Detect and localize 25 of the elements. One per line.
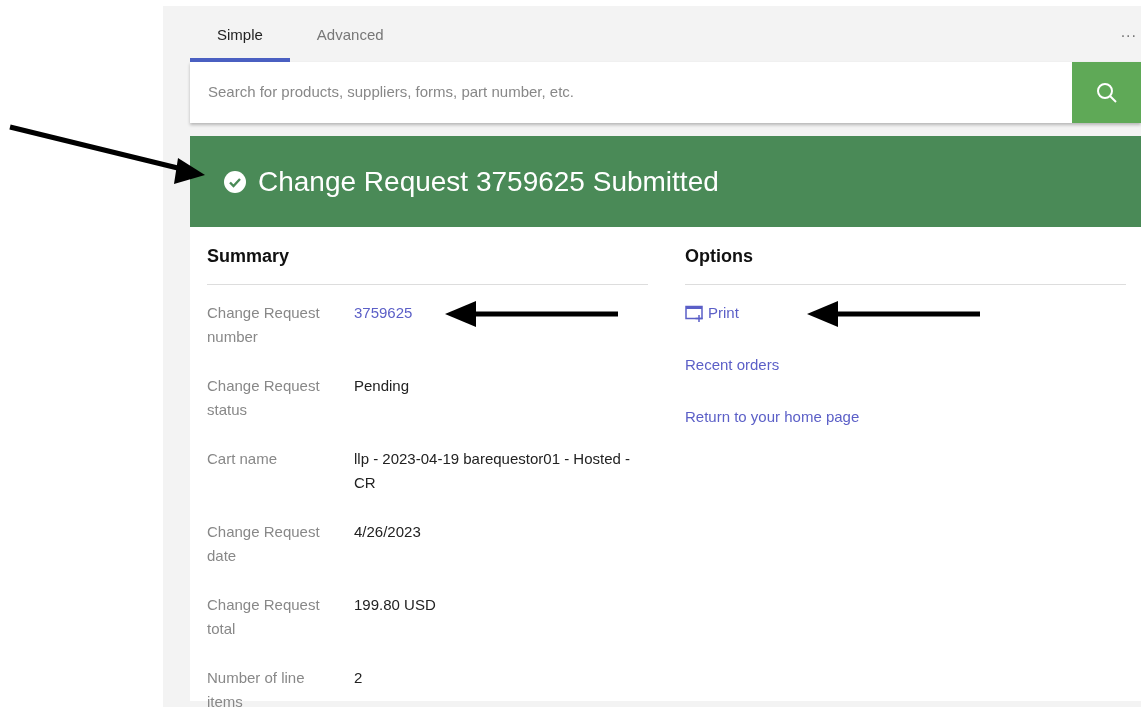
field-label: Change Request date	[207, 522, 321, 566]
more-button[interactable]: ...	[1120, 24, 1137, 40]
option-link[interactable]: Recent orders	[685, 353, 780, 377]
window-plus-icon	[685, 304, 704, 322]
field-label: Number of line items	[207, 668, 306, 707]
banner-title: Change Request 3759625 Submitted	[258, 164, 719, 199]
search-field[interactable]: Search for products, suppliers, forms, part number, etc.	[190, 62, 1141, 123]
section-heading: Summary	[207, 227, 648, 285]
field-value: 199.80 USD	[354, 596, 436, 613]
search-icon	[1094, 80, 1119, 105]
check-circle-icon	[224, 170, 246, 193]
field-value: llp - 2023-04-19 barequestor01 - Hosted - CR	[354, 450, 630, 491]
field-label: Change Request total	[207, 595, 321, 639]
field-label: Change Request number	[207, 303, 321, 347]
tab[interactable]: Advanced	[289, 23, 411, 62]
option-link[interactable]: Return to your home page	[685, 405, 860, 429]
section-heading: Options	[685, 227, 1126, 285]
field-label: Cart name	[207, 449, 279, 469]
field-value: Pending	[354, 377, 410, 394]
field-label: Change Request status	[207, 376, 321, 420]
request-number-link[interactable]: 3759625	[354, 304, 413, 321]
field-value: 2	[354, 669, 363, 686]
search-button[interactable]	[1072, 62, 1141, 123]
option-link[interactable]: Print	[685, 301, 739, 325]
field-value: 4/26/2023	[354, 523, 421, 540]
